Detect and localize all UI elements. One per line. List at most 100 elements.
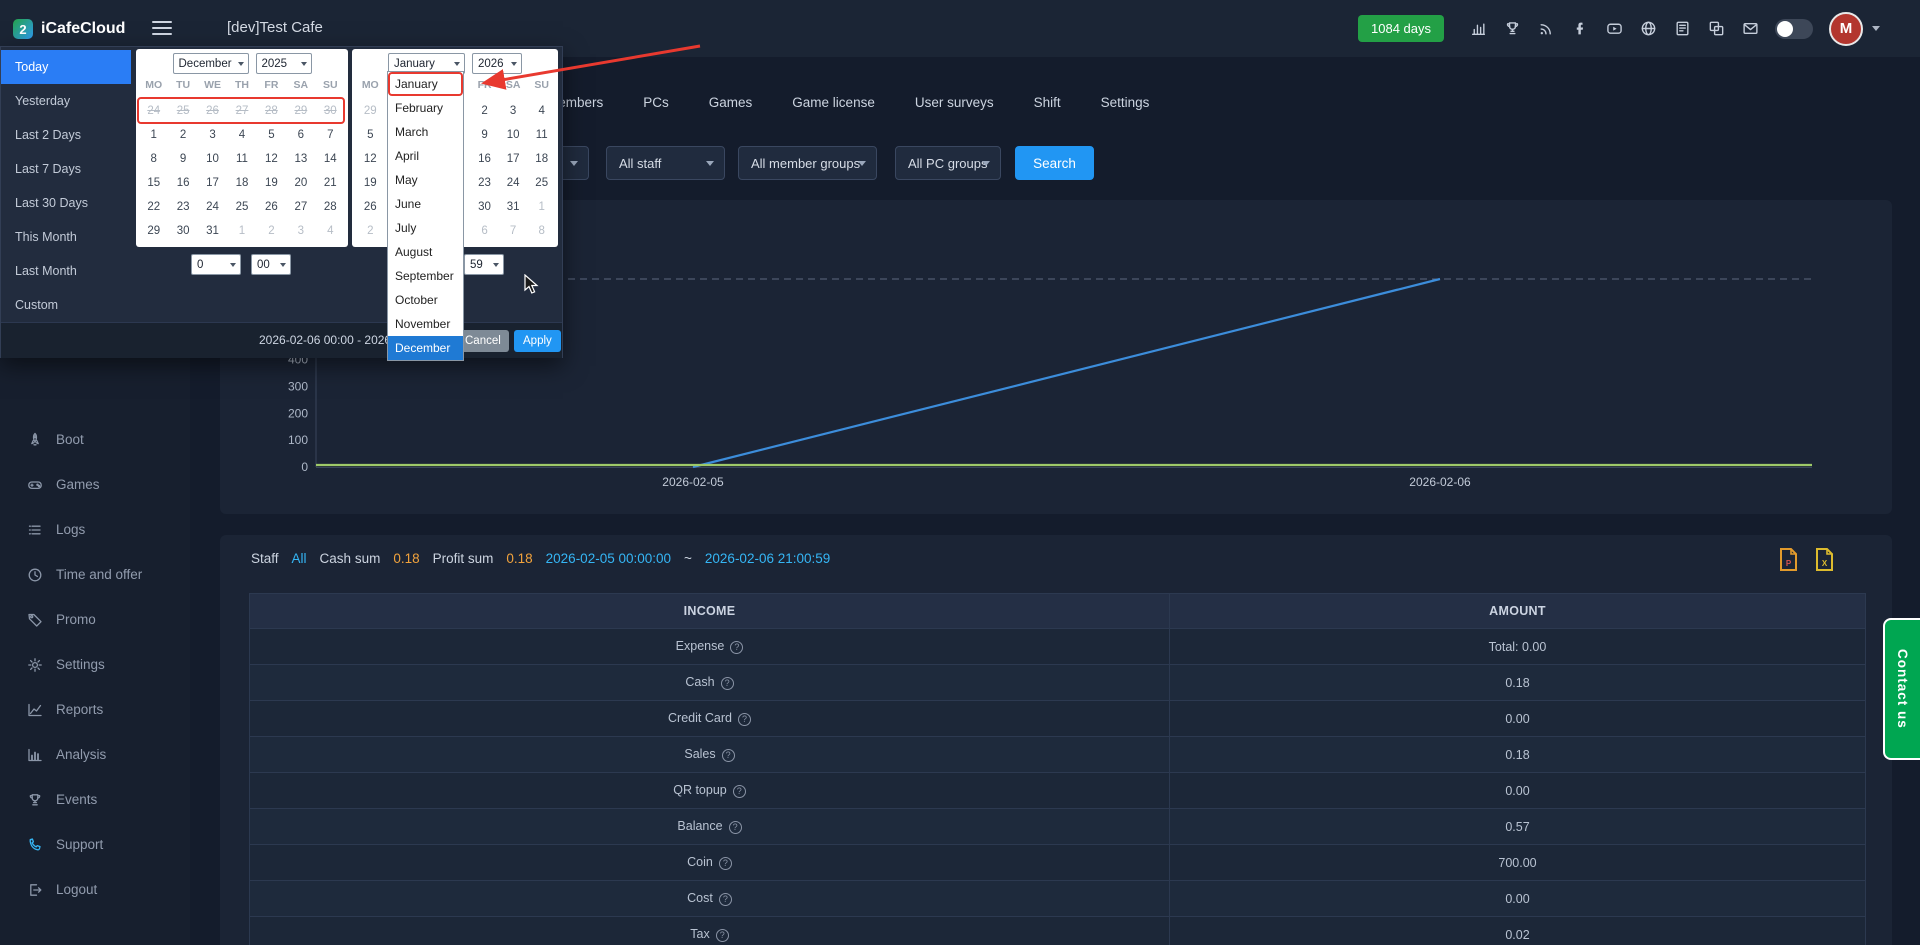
calendar-day[interactable]: 22	[139, 195, 168, 219]
calendar-day[interactable]: 9	[470, 123, 499, 147]
calendar-day[interactable]: 10	[198, 147, 227, 171]
month-option-march[interactable]: March	[388, 120, 463, 144]
month-option-september[interactable]: September	[388, 264, 463, 288]
apps-icon[interactable]	[1708, 20, 1725, 37]
calendar-day[interactable]: 2	[470, 99, 499, 123]
calendar-day[interactable]: 5	[257, 123, 286, 147]
calendar-day[interactable]: 5	[356, 123, 385, 147]
calendar-day[interactable]: 28	[257, 99, 286, 123]
calendar-day[interactable]: 1	[227, 219, 256, 243]
calendar-day[interactable]: 3	[198, 123, 227, 147]
calendar-day[interactable]: 4	[227, 123, 256, 147]
month-select-left[interactable]: December	[172, 53, 249, 74]
calendar-day[interactable]: 17	[499, 147, 528, 171]
cancel-button[interactable]: Cancel	[457, 330, 509, 352]
calendar-day[interactable]: 16	[168, 171, 197, 195]
sidebar-item-events[interactable]: Events	[0, 777, 190, 822]
calendar-day[interactable]: 18	[527, 147, 556, 171]
month-option-january[interactable]: January	[388, 72, 463, 96]
month-option-october[interactable]: October	[388, 288, 463, 312]
export-pdf-icon[interactable]: P	[1779, 548, 1798, 571]
staff-filter-select[interactable]: All staff	[606, 146, 725, 180]
tab-game-license[interactable]: Game license	[792, 95, 875, 110]
calendar-day[interactable]: 15	[139, 171, 168, 195]
sidebar-item-logs[interactable]: Logs	[0, 507, 190, 552]
calendar-day[interactable]: 30	[470, 195, 499, 219]
sidebar-item-promo[interactable]: Promo	[0, 597, 190, 642]
mail-icon[interactable]	[1742, 20, 1759, 37]
hour-select-left[interactable]: 0	[191, 254, 241, 275]
search-button[interactable]: Search	[1015, 146, 1094, 180]
calendar-day[interactable]: 6	[470, 219, 499, 243]
sidebar-item-time-and-offer[interactable]: Time and offer	[0, 552, 190, 597]
calendar-day[interactable]: 19	[356, 171, 385, 195]
calendar-day[interactable]: 24	[499, 171, 528, 195]
calendar-day[interactable]: 27	[286, 195, 315, 219]
daterange-preset-custom[interactable]: Custom	[1, 288, 131, 322]
calendar-day[interactable]: 1	[527, 195, 556, 219]
facebook-icon[interactable]	[1572, 20, 1589, 37]
sidebar-item-games[interactable]: Games	[0, 462, 190, 507]
calendar-day[interactable]: 25	[168, 99, 197, 123]
calendar-day[interactable]: 2	[168, 123, 197, 147]
calendar-day[interactable]: 19	[257, 171, 286, 195]
calendar-day[interactable]: 29	[356, 99, 385, 123]
daterange-preset-last-2-days[interactable]: Last 2 Days	[1, 118, 131, 152]
calendar-day[interactable]: 1	[139, 123, 168, 147]
info-icon[interactable]: ?	[728, 820, 742, 834]
daterange-preset-last-7-days[interactable]: Last 7 Days	[1, 152, 131, 186]
sidebar-item-logout[interactable]: Logout	[0, 867, 190, 912]
calendar-day[interactable]: 31	[499, 195, 528, 219]
calendar-day[interactable]: 18	[227, 171, 256, 195]
tab-settings[interactable]: Settings	[1101, 95, 1150, 110]
tab-games[interactable]: Games	[709, 95, 753, 110]
calendar-day[interactable]: 25	[227, 195, 256, 219]
calendar-day[interactable]: 2	[257, 219, 286, 243]
calendar-day[interactable]: 28	[316, 195, 345, 219]
calendar-day[interactable]: 25	[527, 171, 556, 195]
month-option-december[interactable]: December	[388, 336, 463, 360]
daterange-preset-last-month[interactable]: Last Month	[1, 254, 131, 288]
calendar-day[interactable]: 24	[198, 195, 227, 219]
calendar-day[interactable]: 21	[316, 171, 345, 195]
calendar-day[interactable]: 14	[316, 147, 345, 171]
calendar-day[interactable]: 11	[227, 147, 256, 171]
calendar-day[interactable]: 23	[168, 195, 197, 219]
daterange-preset-today[interactable]: Today	[1, 50, 131, 84]
calendar-day[interactable]: 26	[257, 195, 286, 219]
calendar-day[interactable]: 17	[198, 171, 227, 195]
calendar-day[interactable]: 30	[316, 99, 345, 123]
pc-groups-filter-select[interactable]: All PC groups	[895, 146, 1001, 180]
calendar-day[interactable]: 3	[286, 219, 315, 243]
calendar-day[interactable]: 30	[168, 219, 197, 243]
calendar-day[interactable]: 8	[139, 147, 168, 171]
calendar-day[interactable]: 20	[286, 171, 315, 195]
daterange-preset-yesterday[interactable]: Yesterday	[1, 84, 131, 118]
minute-select-right[interactable]: 59	[464, 254, 504, 275]
calendar-day[interactable]: 12	[257, 147, 286, 171]
month-option-may[interactable]: May	[388, 168, 463, 192]
calendar-day[interactable]: 11	[527, 123, 556, 147]
hamburger-menu-icon[interactable]	[152, 21, 172, 39]
export-excel-icon[interactable]: X	[1815, 548, 1834, 571]
info-icon[interactable]: ?	[737, 712, 751, 726]
info-icon[interactable]: ?	[718, 856, 732, 870]
month-option-april[interactable]: April	[388, 144, 463, 168]
calendar-day[interactable]: 6	[286, 123, 315, 147]
year-select-left[interactable]: 2025	[255, 53, 312, 74]
info-icon[interactable]: ?	[721, 748, 735, 762]
year-select-right[interactable]: 2026	[472, 53, 522, 74]
avatar[interactable]: M	[1829, 11, 1863, 46]
calendar-day[interactable]: 16	[470, 147, 499, 171]
apply-button[interactable]: Apply	[514, 330, 561, 352]
tab-pcs[interactable]: PCs	[643, 95, 669, 110]
calendar-day[interactable]: 31	[198, 219, 227, 243]
tab-user-surveys[interactable]: User surveys	[915, 95, 994, 110]
calendar-day[interactable]: 13	[286, 147, 315, 171]
member-groups-filter-select[interactable]: All member groups	[738, 146, 877, 180]
calendar-day[interactable]: 4	[316, 219, 345, 243]
youtube-icon[interactable]	[1606, 20, 1623, 37]
info-icon[interactable]: ?	[730, 640, 744, 654]
calendar-day[interactable]: 8	[527, 219, 556, 243]
range-start[interactable]: 2026-02-05 00:00:00	[546, 551, 671, 566]
